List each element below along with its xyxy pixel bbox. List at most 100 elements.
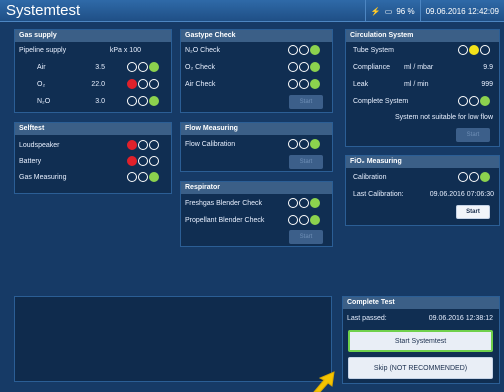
flow-calibration-label: Flow Calibration [185,141,236,148]
battery-percent: 96 % [396,6,415,16]
pipeline-supply-label: Pipeline supply [19,47,67,54]
indicator-dot [138,96,148,106]
panel-header: Gastype Check [181,30,332,42]
indicator-dot [299,45,309,55]
gas-supply-panel: Gas supply Pipeline supply kPa x 100 Air… [14,29,172,113]
status-indicator-gas-measuring [127,172,159,182]
gas-value-o2: 22.0 [91,81,105,88]
last-passed-label: Last passed: [347,315,387,322]
gastype-start-button[interactable]: Start [289,95,323,109]
flow-start-button[interactable]: Start [289,155,323,169]
indicator-dot [149,79,159,89]
indicator-dot [149,172,159,182]
panel-header: Gas supply [15,30,171,42]
status-area: ⚡ ▭ 96 % 09.06.2016 12:42:09 [364,0,504,22]
fio2-start-button[interactable]: Start [456,205,490,219]
plug-icon: ⚡ [370,6,381,16]
selftest-panel: Selftest Loudspeaker Battery Gas Measuri… [14,122,172,194]
last-calibration-label: Last Calibration: [353,191,404,198]
indicator-dot [299,198,309,208]
low-flow-note: System not suitable for low flow [394,114,493,121]
title-bar: Systemtest ⚡ ▭ 96 % 09.06.2016 12:42:09 [0,0,504,22]
propellant-check-label: Propellant Blender Check [185,217,265,224]
compliance-label: Compliance [353,64,390,71]
panel-header: FiO₂ Measuring [346,156,499,168]
check-label-air: Air Check [185,81,216,88]
indicator-dot [138,79,148,89]
last-calibration-value: 09.06.2016 07:06:30 [429,191,494,198]
selftest-label-loudspeaker: Loudspeaker [19,142,60,149]
panel-header: Selftest [15,123,171,135]
indicator-dot [127,172,137,182]
gastype-check-panel: Gastype Check N₂O Check O₂ Check Air Che… [180,29,333,113]
indicator-dot [288,198,298,208]
indicator-dot [288,79,298,89]
status-indicator-loudspeaker [127,140,159,150]
indicator-dot [127,79,137,89]
status-indicator-complete-system [458,96,490,106]
indicator-dot [480,172,490,182]
tube-system-label: Tube System [353,47,394,54]
gas-label-o2: O₂ [37,81,46,88]
freshgas-check-label: Freshgas Blender Check [185,200,263,207]
indicator-dot [138,172,148,182]
status-indicator-battery [127,156,159,166]
circulation-start-button[interactable]: Start [456,128,490,142]
status-icons: ⚡ ▭ 96 % [364,0,420,22]
panel-header: Complete Test [343,297,499,309]
indicator-dot [149,140,159,150]
respirator-start-button[interactable]: Start [289,230,323,244]
leak-unit: ml / min [404,81,429,88]
calibration-label: Calibration [353,174,387,181]
indicator-dot [310,62,320,72]
selftest-label-gas-measuring: Gas Measuring [19,174,67,181]
compliance-unit: ml / mbar [404,64,434,71]
gas-label-air: Air [37,64,46,71]
status-indicator-n2o [127,96,159,106]
status-indicator-freshgas [288,198,320,208]
indicator-dot [299,62,309,72]
check-label-o2: O₂ Check [185,64,215,71]
indicator-dot [149,62,159,72]
leak-label: Leak [353,81,369,88]
indicator-dot [149,156,159,166]
indicator-dot [127,156,137,166]
status-indicator-tube-system [458,45,490,55]
indicator-dot [138,140,148,150]
gas-value-n2o: 3.0 [95,98,105,105]
status-indicator-o2 [127,79,159,89]
unit-label: kPa x 100 [109,47,141,54]
indicator-dot [299,215,309,225]
indicator-dot [149,96,159,106]
complete-system-label: Complete System [353,98,409,105]
indicator-dot [299,139,309,149]
indicator-dot [127,140,137,150]
status-indicator-o2-check [288,62,320,72]
selftest-label-battery: Battery [19,158,42,165]
panel-header: Flow Measuring [181,123,332,135]
indicator-dot [288,62,298,72]
indicator-dot [480,96,490,106]
battery-icon: ▭ [384,6,393,16]
indicator-dot [310,215,320,225]
compliance-value: 9.9 [483,64,493,71]
indicator-dot [288,45,298,55]
panel-header: Circulation System [346,30,499,42]
skip-button[interactable]: Skip (NOT RECOMMENDED) [348,357,493,379]
gas-label-n2o: N₂O [37,98,51,105]
status-indicator-air-check [288,79,320,89]
indicator-dot [310,45,320,55]
gas-value-air: 3.5 [95,64,105,71]
indicator-dot [288,139,298,149]
last-passed-value: 09.06.2016 12:38:12 [428,315,493,322]
status-indicator-propellant [288,215,320,225]
start-systemtest-button[interactable]: Start Systemtest [348,330,493,352]
circulation-system-panel: Circulation System Tube System Complianc… [345,29,500,147]
indicator-dot [138,62,148,72]
indicator-dot [127,62,137,72]
indicator-dot [288,215,298,225]
indicator-dot [310,79,320,89]
status-indicator-flow-calibration [288,139,320,149]
indicator-dot [458,172,468,182]
respirator-panel: Respirator Freshgas Blender Check Propel… [180,181,333,247]
